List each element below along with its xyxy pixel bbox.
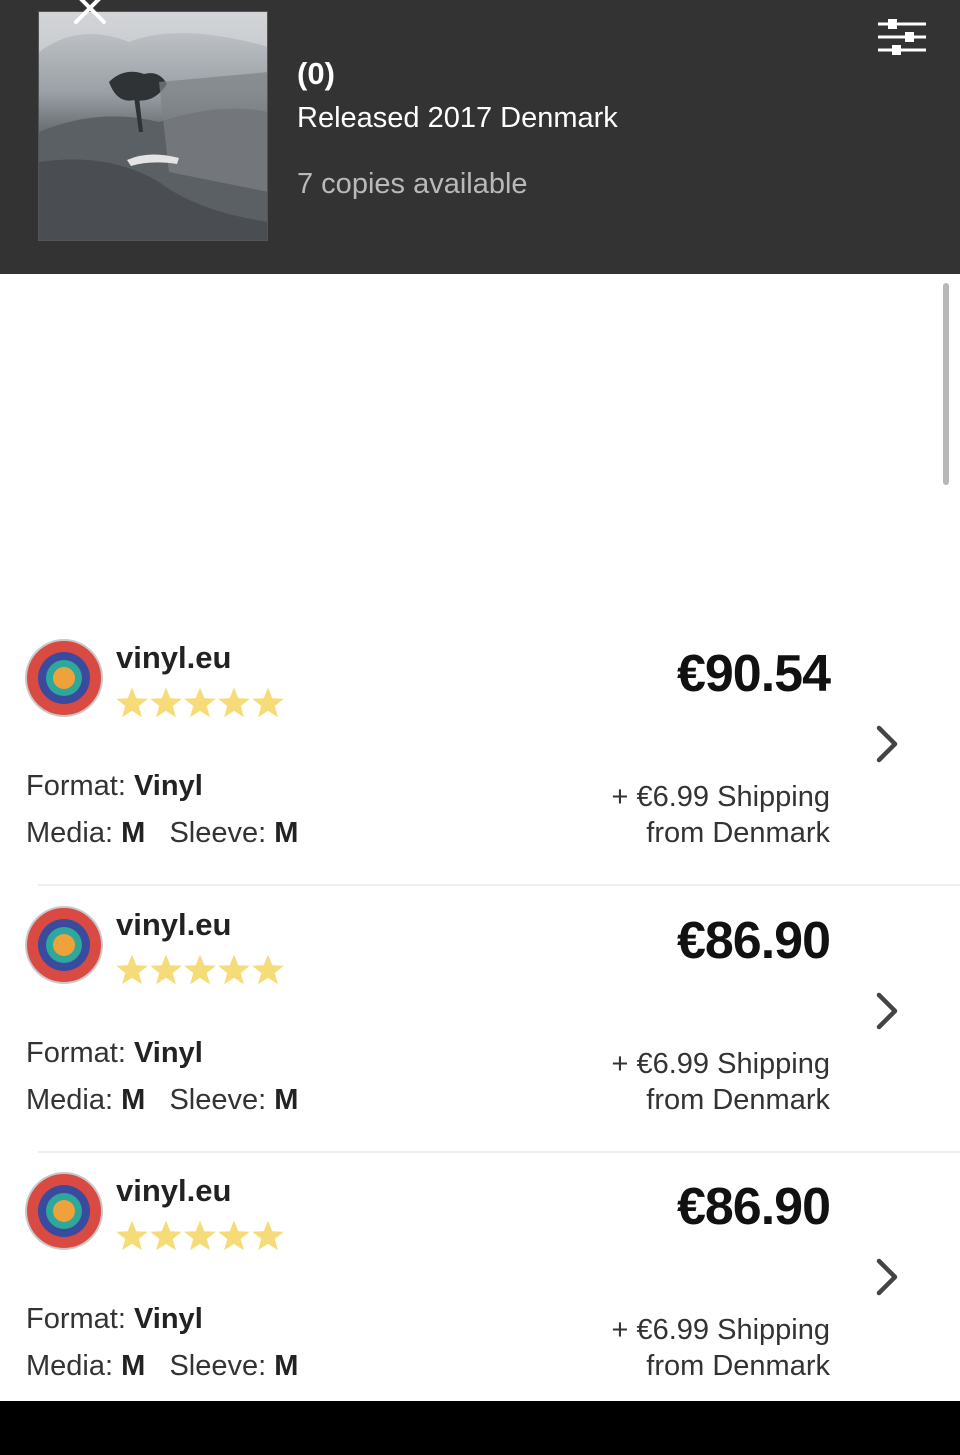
format-value: Vinyl	[133, 770, 203, 802]
close-button[interactable]	[66, 0, 114, 28]
shipping-info: + €6.99 Shipping from Denmark	[612, 1046, 831, 1118]
release-details: Released 2017 Denmark	[297, 102, 618, 134]
media-value: M	[121, 817, 146, 849]
scrollbar[interactable]	[943, 283, 949, 485]
format-line: Format: Vinyl	[26, 770, 203, 803]
shipping-cost: + €6.99 Shipping	[611, 1048, 831, 1080]
condition-line: Media: M Sleeve: M	[26, 1350, 298, 1383]
star-icon	[150, 687, 182, 718]
seller-avatar	[25, 1172, 103, 1250]
listing-row[interactable]: vinyl.eu €86.90 Format: Vinyl Media: M S…	[0, 1153, 960, 1419]
media-label: Media:	[26, 1084, 114, 1116]
format-value: Vinyl	[133, 1037, 203, 1069]
seller-name[interactable]: vinyl.eu	[116, 640, 231, 676]
shipping-info: + €6.99 Shipping from Denmark	[612, 779, 831, 851]
close-icon	[74, 0, 106, 24]
bottom-bar	[0, 1401, 960, 1455]
chevron-right-icon[interactable]	[870, 722, 904, 766]
media-value: M	[121, 1350, 146, 1382]
listing-price: €86.90	[676, 1178, 831, 1236]
media-label: Media:	[26, 817, 114, 849]
sleeve-label: Sleeve:	[169, 1084, 267, 1116]
ratings-count: (0)	[297, 56, 335, 91]
seller-rating	[114, 686, 284, 720]
seller-name[interactable]: vinyl.eu	[116, 1173, 231, 1209]
star-icon	[116, 1220, 148, 1251]
media-label: Media:	[26, 1350, 114, 1382]
ships-from: from Denmark	[646, 817, 830, 849]
album-cover	[38, 11, 268, 241]
star-icon	[184, 687, 216, 718]
seller-avatar	[25, 906, 103, 984]
divider	[38, 884, 960, 886]
star-icon	[184, 954, 216, 985]
seller-rating	[114, 953, 284, 987]
release-info: (0) Released 2017 Denmark 7 copies avail…	[297, 54, 618, 202]
sliders-icon	[878, 19, 926, 55]
format-line: Format: Vinyl	[26, 1303, 203, 1336]
media-value: M	[121, 1084, 146, 1116]
star-icon	[150, 954, 182, 985]
listing-price: €86.90	[676, 912, 831, 970]
listing-price: €90.54	[676, 645, 831, 703]
format-label: Format:	[26, 1303, 126, 1335]
star-icon	[218, 1220, 250, 1251]
sleeve-label: Sleeve:	[169, 1350, 267, 1382]
format-value: Vinyl	[133, 1303, 203, 1335]
shipping-cost: + €6.99 Shipping	[611, 781, 831, 813]
star-icon	[116, 687, 148, 718]
seller-avatar	[25, 639, 103, 717]
filter-button[interactable]	[872, 14, 932, 66]
release-header: (0) Released 2017 Denmark 7 copies avail…	[0, 0, 960, 274]
ships-from: from Denmark	[646, 1350, 830, 1382]
star-icon	[252, 1220, 284, 1251]
chevron-right-icon[interactable]	[870, 989, 904, 1033]
format-label: Format:	[26, 1037, 126, 1069]
shipping-cost: + €6.99 Shipping	[611, 1314, 831, 1346]
star-icon	[116, 954, 148, 985]
star-icon	[252, 687, 284, 718]
condition-line: Media: M Sleeve: M	[26, 817, 298, 850]
ships-from: from Denmark	[646, 1084, 830, 1116]
star-icon	[252, 954, 284, 985]
sleeve-label: Sleeve:	[169, 817, 267, 849]
shipping-info: + €6.99 Shipping from Denmark	[612, 1312, 831, 1384]
seller-rating	[114, 1219, 284, 1253]
format-line: Format: Vinyl	[26, 1037, 203, 1070]
sleeve-value: M	[274, 1350, 299, 1382]
listing-row[interactable]: vinyl.eu €86.90 Format: Vinyl Media: M S…	[0, 887, 960, 1153]
star-icon	[150, 1220, 182, 1251]
star-icon	[218, 687, 250, 718]
format-label: Format:	[26, 770, 126, 802]
star-icon	[184, 1220, 216, 1251]
album-cover-image	[39, 12, 267, 240]
condition-line: Media: M Sleeve: M	[26, 1084, 298, 1117]
listing-row[interactable]: vinyl.eu €90.54 Format: Vinyl Media: M S…	[0, 620, 960, 886]
star-icon	[218, 954, 250, 985]
copies-available: 7 copies available	[297, 168, 528, 200]
seller-name[interactable]: vinyl.eu	[116, 907, 231, 943]
chevron-right-icon[interactable]	[870, 1255, 904, 1299]
sleeve-value: M	[274, 817, 299, 849]
sleeve-value: M	[274, 1084, 299, 1116]
